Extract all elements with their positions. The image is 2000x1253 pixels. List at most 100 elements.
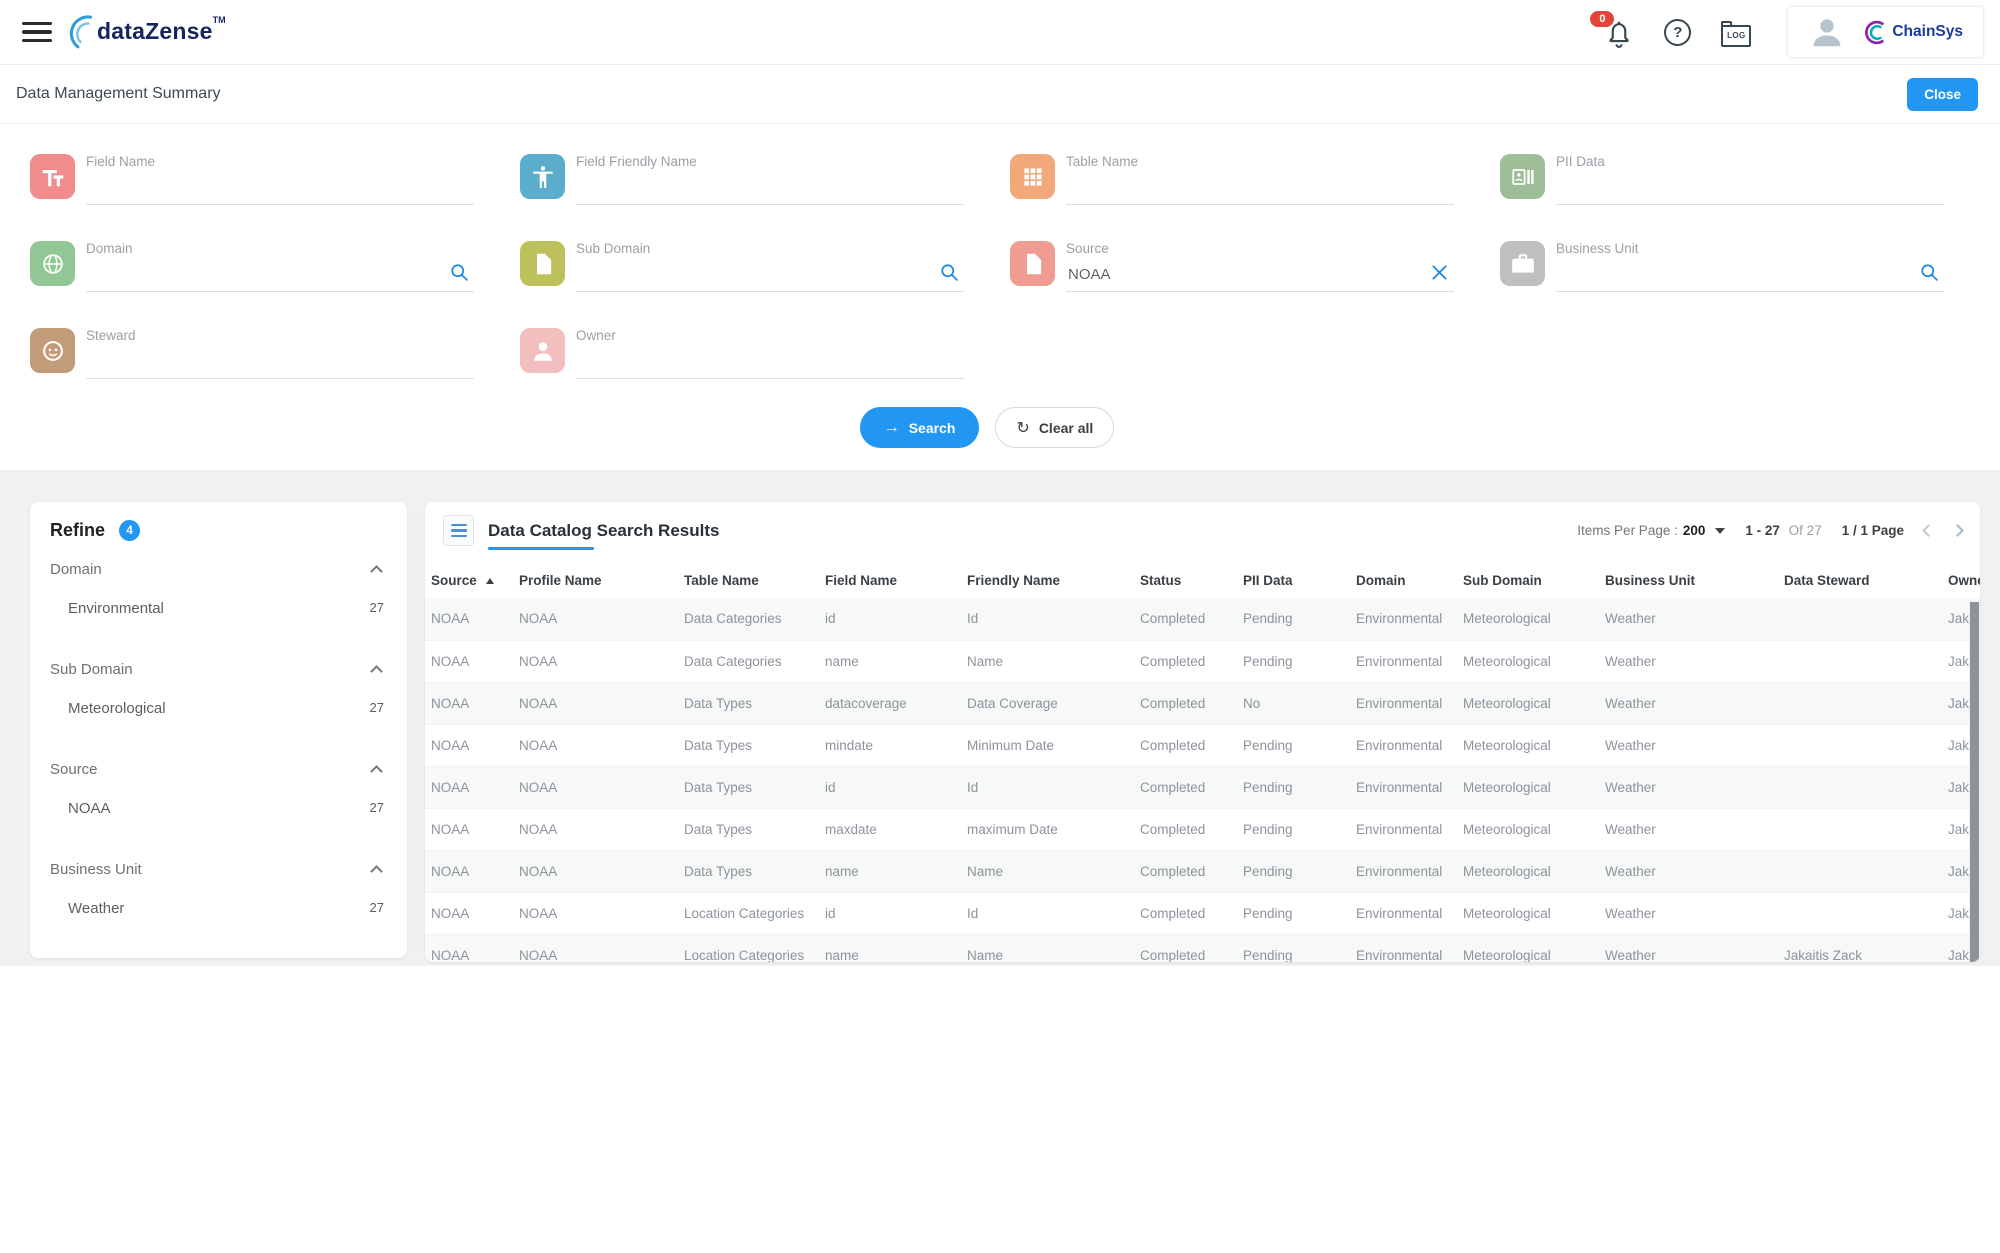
field-friendly-name-input[interactable] <box>576 175 964 205</box>
cell-business-unit: Weather <box>1605 850 1784 892</box>
hamburger-menu-icon[interactable] <box>22 22 52 43</box>
cell-data-steward <box>1784 640 1948 682</box>
cell-data-steward <box>1784 682 1948 724</box>
icon-globe <box>30 241 75 286</box>
table-row[interactable]: NOAANOAAData CategoriesidIdCompletedPend… <box>425 598 1980 640</box>
items-per-page-dropdown[interactable]: Items Per Page : 200 <box>1577 523 1725 538</box>
refine-filter-environmental[interactable]: Environmental 27 <box>50 600 387 617</box>
domain-input[interactable] <box>86 262 474 292</box>
icon-document <box>1010 241 1055 286</box>
close-button[interactable]: Close <box>1907 78 1978 111</box>
search-icon[interactable] <box>449 262 470 283</box>
search-icon[interactable] <box>1919 262 1940 283</box>
column-header-friendly-name[interactable]: Friendly Name <box>967 562 1140 598</box>
cell-sub-domain: Meteorological <box>1463 724 1605 766</box>
column-header-table-name[interactable]: Table Name <box>684 562 825 598</box>
table-row[interactable]: NOAANOAAData TypesnameNameCompletedPendi… <box>425 850 1980 892</box>
table-row[interactable]: NOAANOAAData CategoriesnameNameCompleted… <box>425 640 1980 682</box>
table-row[interactable]: NOAANOAAData TypesdatacoverageData Cover… <box>425 682 1980 724</box>
cell-domain: Environmental <box>1356 850 1463 892</box>
business-unit-input[interactable] <box>1556 262 1944 292</box>
table-row[interactable]: NOAANOAAData TypesmindateMinimum DateCom… <box>425 724 1980 766</box>
source-input[interactable] <box>1066 262 1454 292</box>
refine-filter-noaa[interactable]: NOAA 27 <box>50 800 387 817</box>
refine-filter-name: Meteorological <box>68 700 166 717</box>
avatar[interactable] <box>1808 13 1846 51</box>
log-icon[interactable]: LOG <box>1721 25 1751 47</box>
cell-field-name: mindate <box>825 724 967 766</box>
cell-profile-name: NOAA <box>519 682 684 724</box>
refine-filter-meteorological[interactable]: Meteorological 27 <box>50 700 387 717</box>
cell-source: NOAA <box>425 850 519 892</box>
cell-friendly-name: Id <box>967 892 1140 934</box>
cell-source: NOAA <box>425 766 519 808</box>
icon-person <box>520 328 565 373</box>
table-row[interactable]: NOAANOAAData Typesmaxdatemaximum DateCom… <box>425 808 1980 850</box>
column-header-profile-name[interactable]: Profile Name <box>519 562 684 598</box>
field-label: Sub Domain <box>576 241 964 256</box>
cell-field-name: id <box>825 892 967 934</box>
cell-data-steward <box>1784 850 1948 892</box>
cell-field-name: name <box>825 850 967 892</box>
refine-filter-weather[interactable]: Weather 27 <box>50 900 387 917</box>
cell-sub-domain: Meteorological <box>1463 808 1605 850</box>
field-label: Field Friendly Name <box>576 154 964 169</box>
refine-group-source: Source NOAA 27 <box>50 761 387 817</box>
scrollbar-thumb[interactable] <box>1970 602 1979 962</box>
cell-source: NOAA <box>425 682 519 724</box>
next-page-chevron-icon[interactable] <box>1951 524 1964 537</box>
cell-domain: Environmental <box>1356 598 1463 640</box>
cell-data-steward <box>1784 808 1948 850</box>
steward-input[interactable] <box>86 349 474 379</box>
table-row[interactable]: NOAANOAALocation CategoriesnameNameCompl… <box>425 934 1980 962</box>
arrow-right-icon: → <box>884 419 900 437</box>
previous-page-chevron-icon[interactable] <box>1922 524 1935 537</box>
field-business-unit: Business Unit <box>1500 241 1944 292</box>
chevron-up-icon <box>370 765 383 778</box>
clear-all-button[interactable]: ↻ Clear all <box>995 407 1114 448</box>
column-header-label: PII Data <box>1243 573 1293 588</box>
cell-data-steward <box>1784 598 1948 640</box>
column-header-data-steward[interactable]: Data Steward <box>1784 562 1948 598</box>
column-header-label: Table Name <box>684 573 759 588</box>
refine-filter-name: Environmental <box>68 600 164 617</box>
field-label: PII Data <box>1556 154 1944 169</box>
cell-pii-data: Pending <box>1243 724 1356 766</box>
cell-friendly-name: Data Coverage <box>967 682 1140 724</box>
column-header-pii-data[interactable]: PII Data <box>1243 562 1356 598</box>
table-name-input[interactable] <box>1066 175 1454 205</box>
column-header-source[interactable]: Source <box>425 562 519 598</box>
cell-field-name: name <box>825 640 967 682</box>
chevron-up-icon <box>370 665 383 678</box>
search-button[interactable]: → Search <box>860 407 980 448</box>
owner-input[interactable] <box>576 349 964 379</box>
sort-ascending-icon <box>486 578 494 584</box>
user-brand-card: ChainSys <box>1787 6 1984 58</box>
column-header-field-name[interactable]: Field Name <box>825 562 967 598</box>
vertical-scrollbar[interactable] <box>1969 602 1980 962</box>
column-header-business-unit[interactable]: Business Unit <box>1605 562 1784 598</box>
search-icon[interactable] <box>939 262 960 283</box>
logo-trademark: TM <box>213 15 226 25</box>
field-name-input[interactable] <box>86 175 474 205</box>
column-header-sub-domain[interactable]: Sub Domain <box>1463 562 1605 598</box>
cell-status: Completed <box>1140 934 1243 962</box>
refine-group-domain: Domain Environmental 27 <box>50 561 387 617</box>
clear-icon[interactable] <box>1429 262 1450 283</box>
column-header-status[interactable]: Status <box>1140 562 1243 598</box>
chainsys-text: ChainSys <box>1892 23 1963 41</box>
table-row[interactable]: NOAANOAALocation CategoriesidIdCompleted… <box>425 892 1980 934</box>
help-icon[interactable]: ? <box>1664 19 1691 46</box>
column-header-domain[interactable]: Domain <box>1356 562 1463 598</box>
list-view-icon[interactable] <box>443 515 474 546</box>
field-pii-data: PII Data <box>1500 154 1944 205</box>
sub-domain-input[interactable] <box>576 262 964 292</box>
column-header-label: Business Unit <box>1605 573 1695 588</box>
pii-data-input[interactable] <box>1556 175 1944 205</box>
table-row[interactable]: NOAANOAAData TypesidIdCompletedPendingEn… <box>425 766 1980 808</box>
refine-group-label: Domain <box>50 561 102 578</box>
cell-friendly-name: Minimum Date <box>967 724 1140 766</box>
column-header-label: Owner <box>1948 573 1980 588</box>
notifications-button[interactable]: 0 <box>1604 11 1634 54</box>
column-header-owner[interactable]: Owner <box>1948 562 1980 598</box>
